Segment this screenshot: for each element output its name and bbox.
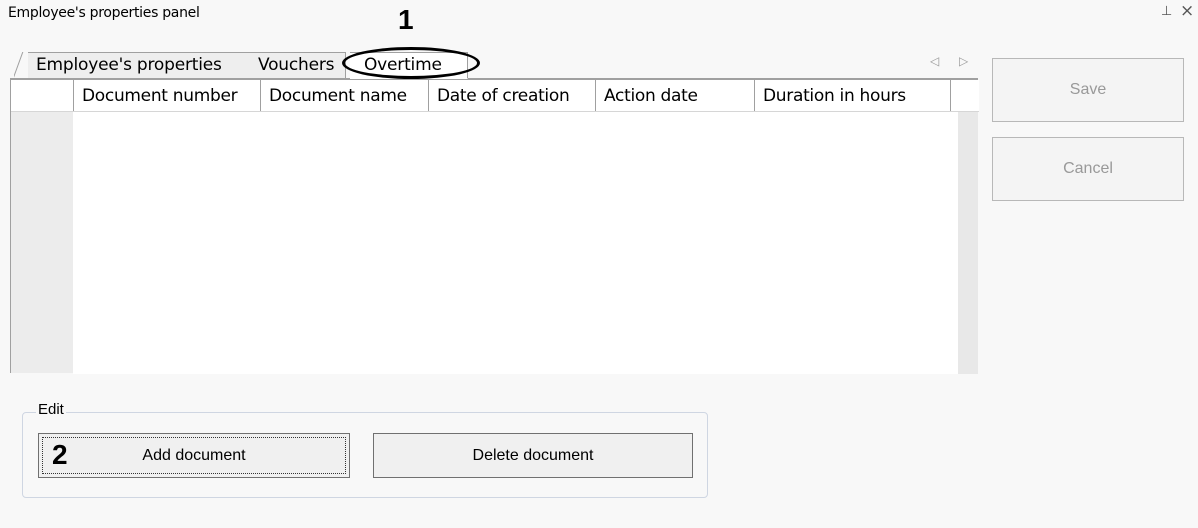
- annotation-highlight-ellipse: [342, 47, 480, 79]
- grid-vertical-scrollbar[interactable]: [958, 112, 978, 374]
- tab-scroll-arrows-icon[interactable]: ◁ ▷: [930, 54, 976, 68]
- tab-vouchers[interactable]: Vouchers: [250, 52, 346, 78]
- pin-icon[interactable]: ⊥: [1161, 4, 1172, 19]
- column-header-duration-in-hours[interactable]: Duration in hours: [755, 80, 951, 111]
- column-header-date-of-creation[interactable]: Date of creation: [429, 80, 596, 111]
- delete-document-button[interactable]: Delete document: [373, 433, 693, 478]
- tab-employee-properties[interactable]: Employee's properties: [28, 52, 260, 78]
- grid-corner: [11, 80, 74, 111]
- grid-body[interactable]: [73, 112, 968, 374]
- panel-title: Employee's properties panel: [8, 5, 200, 21]
- tab-strip: Employee's properties Vouchers Overtime: [10, 40, 978, 80]
- add-document-button[interactable]: Add document: [38, 433, 350, 478]
- save-button[interactable]: Save: [992, 58, 1184, 122]
- close-icon[interactable]: ×: [1180, 2, 1194, 20]
- annotation-marker-1: 1: [398, 4, 414, 35]
- grid-header-filler: [951, 80, 979, 111]
- edit-group-label: Edit: [36, 401, 66, 418]
- annotation-marker-2: 2: [52, 439, 68, 470]
- grid-header: Document number Document name Date of cr…: [11, 80, 979, 112]
- column-header-document-name[interactable]: Document name: [261, 80, 429, 111]
- column-header-action-date[interactable]: Action date: [596, 80, 755, 111]
- overtime-documents-grid[interactable]: Document number Document name Date of cr…: [10, 79, 979, 374]
- column-header-document-number[interactable]: Document number: [74, 80, 261, 111]
- cancel-button[interactable]: Cancel: [992, 137, 1184, 201]
